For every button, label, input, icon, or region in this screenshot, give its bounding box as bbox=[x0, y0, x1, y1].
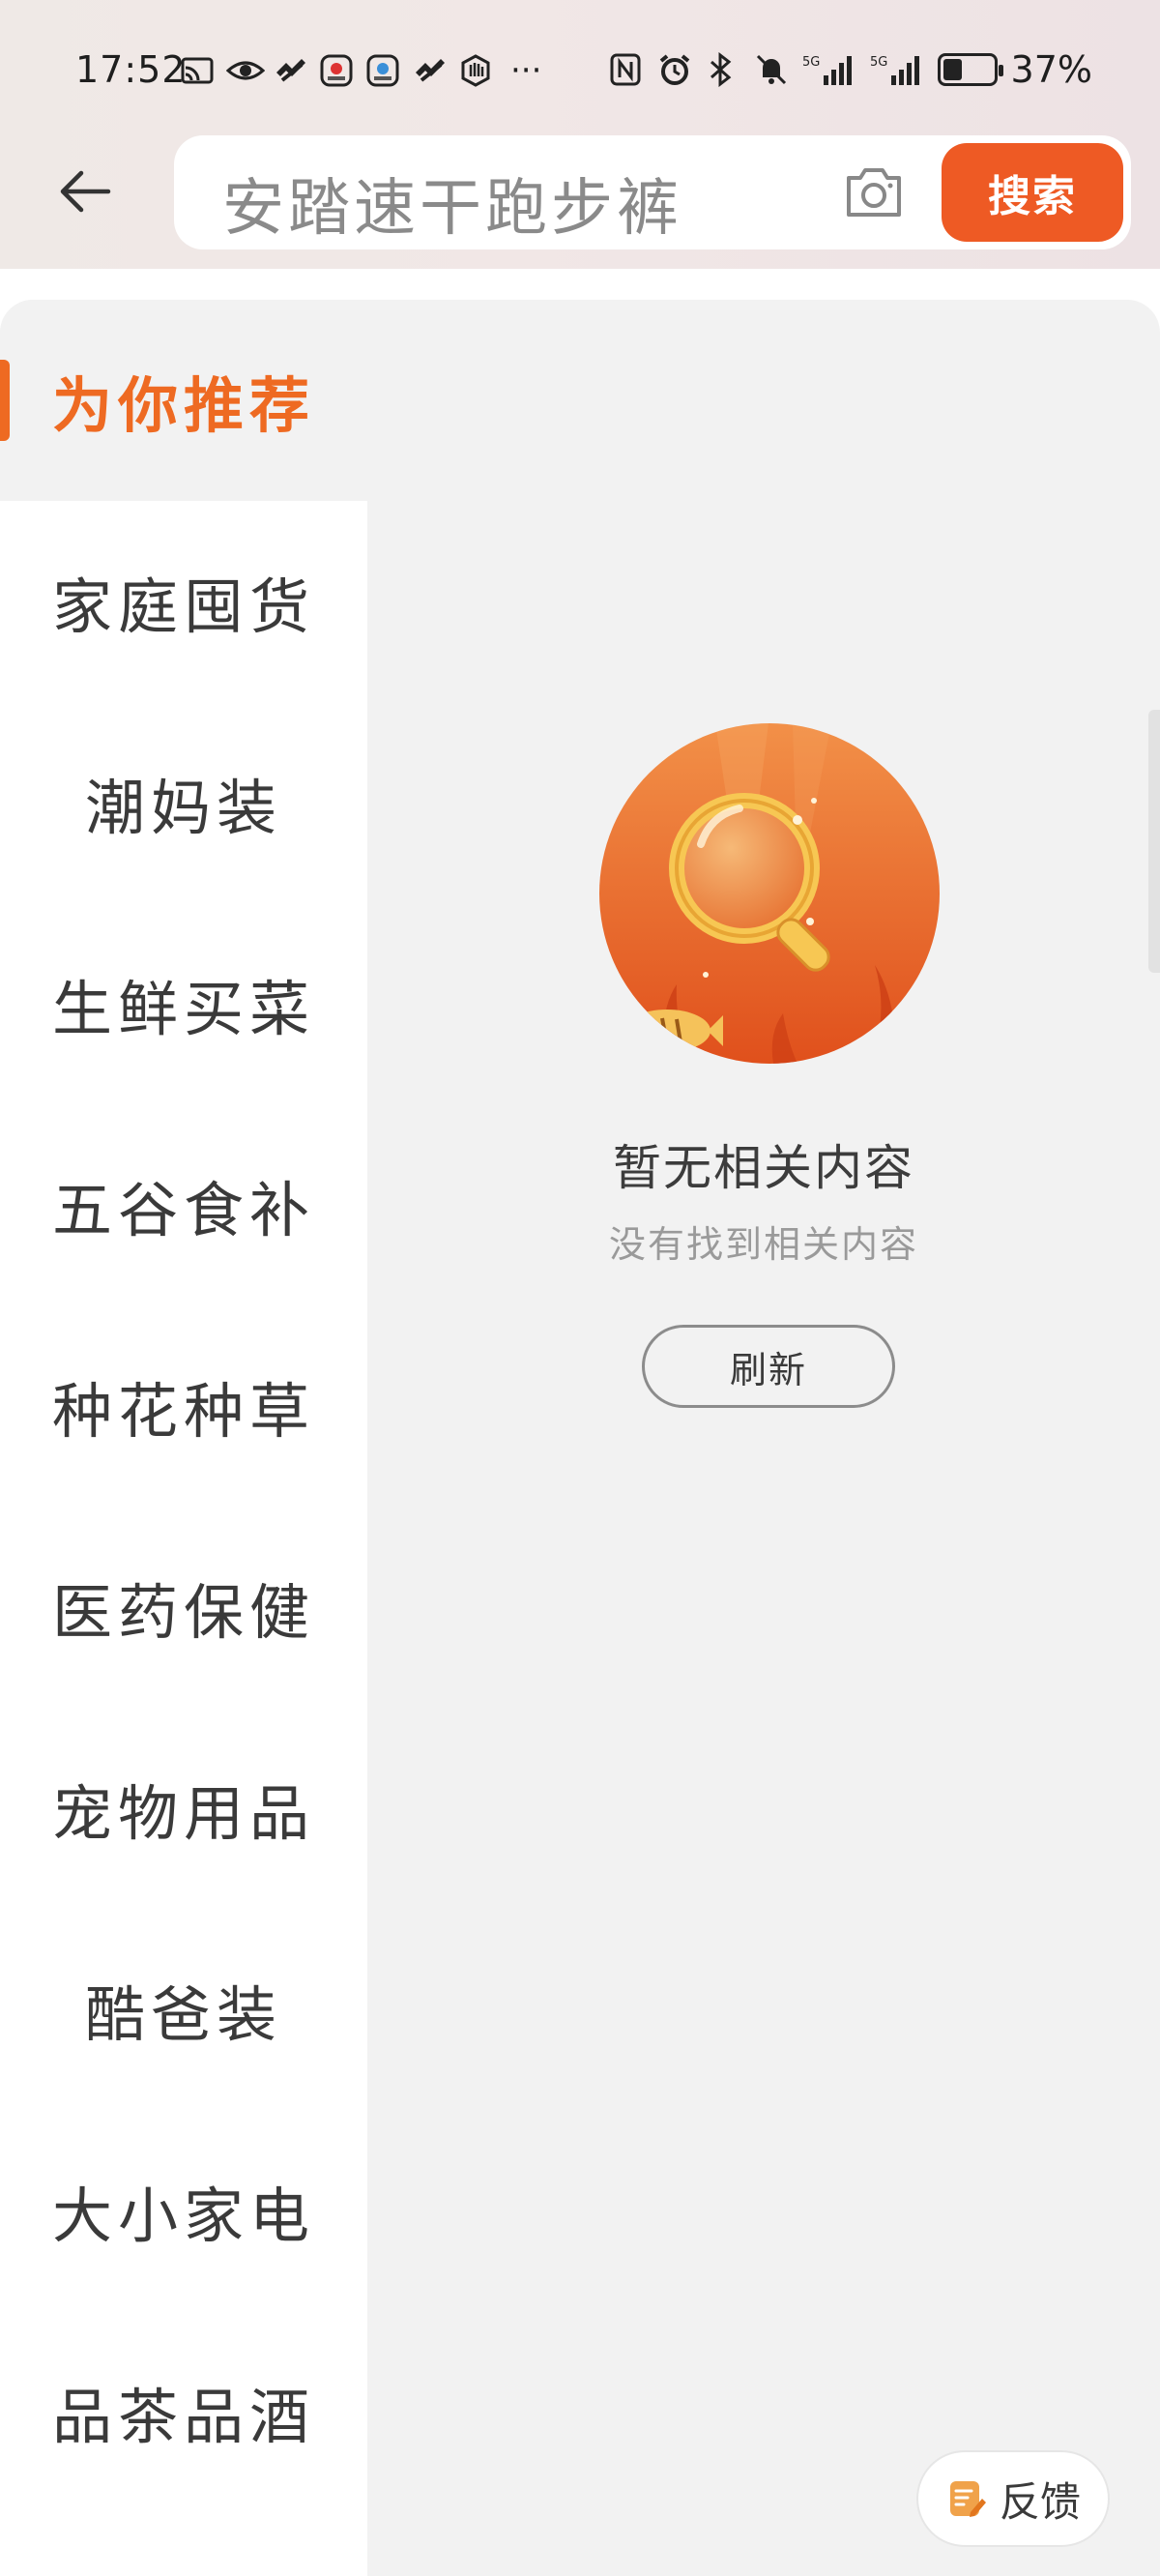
sidebar-item-label: 医药保健 bbox=[51, 1577, 315, 1648]
sidebar-item[interactable]: 宠物用品 bbox=[0, 1708, 367, 1909]
camera-icon bbox=[847, 168, 901, 217]
sidebar-item-label: 潮妈装 bbox=[84, 773, 282, 843]
sidebar-item-label: 大小家电 bbox=[51, 2181, 315, 2251]
svg-text:5G: 5G bbox=[802, 55, 820, 70]
health-icon bbox=[273, 53, 307, 88]
signal-5g-icon-1: 5G bbox=[802, 52, 856, 87]
battery-percent: 37% bbox=[1010, 48, 1092, 91]
status-notification-icons: ··· bbox=[180, 50, 541, 91]
app-icon-1 bbox=[319, 53, 354, 88]
hand-icon bbox=[458, 53, 493, 88]
empty-state-title: 暂无相关内容 bbox=[613, 1140, 914, 1196]
empty-state-subtitle: 没有找到相关内容 bbox=[608, 1223, 918, 1266]
sidebar-item[interactable]: 生鲜买菜 bbox=[0, 903, 367, 1104]
sidebar-item[interactable]: 酷爸装 bbox=[0, 1909, 367, 2110]
sidebar-item-label: 五谷食补 bbox=[51, 1175, 315, 1245]
sidebar-item-label: 种花种草 bbox=[51, 1376, 315, 1447]
nfc-icon bbox=[609, 52, 644, 87]
sidebar-item-label: 生鲜买菜 bbox=[51, 974, 315, 1044]
sidebar-item[interactable]: 大小家电 bbox=[0, 2110, 367, 2311]
alarm-icon bbox=[657, 52, 692, 87]
sidebar-item-label: 酷爸装 bbox=[84, 1979, 282, 2050]
sidebar-item[interactable]: 为你推荐 bbox=[0, 300, 367, 501]
eye-icon bbox=[225, 53, 266, 88]
feedback-icon bbox=[949, 2481, 986, 2517]
sidebar-item-label: 为你推荐 bbox=[51, 370, 315, 441]
sidebar-item-label: 家庭囤货 bbox=[51, 571, 315, 642]
sidebar-item[interactable]: 医药保健 bbox=[0, 1507, 367, 1708]
category-sidebar: 为你推荐家庭囤货潮妈装生鲜买菜五谷食补种花种草医药保健宠物用品酷爸装大小家电品茶… bbox=[0, 300, 367, 2576]
status-time: 17:52 bbox=[75, 48, 187, 91]
status-system-icons: 5G 5G 37% bbox=[609, 48, 1092, 91]
back-arrow-icon bbox=[60, 170, 111, 213]
sidebar-item-label: 品茶品酒 bbox=[51, 2382, 315, 2452]
status-more-indicator: ··· bbox=[510, 51, 542, 90]
sidebar-item[interactable]: 潮妈装 bbox=[0, 702, 367, 903]
sidebar-item-label: 宠物用品 bbox=[51, 1778, 315, 1849]
sidebar-item[interactable]: 家庭囤货 bbox=[0, 501, 367, 702]
search-input[interactable]: 安踏速干跑步裤 bbox=[222, 159, 682, 248]
sidebar-item[interactable]: 品茶品酒 bbox=[0, 2311, 367, 2512]
refresh-button[interactable]: 刷新 bbox=[642, 1325, 895, 1408]
empty-magnifier-illustration bbox=[599, 723, 940, 1064]
sidebar-item[interactable]: 五谷食补 bbox=[0, 1104, 367, 1305]
scroll-indicator[interactable] bbox=[1148, 710, 1160, 973]
app-icon-2 bbox=[365, 53, 400, 88]
sidebar-filler bbox=[0, 2512, 367, 2576]
svg-text:5G: 5G bbox=[870, 55, 887, 70]
active-indicator bbox=[0, 360, 10, 441]
health-icon-2 bbox=[412, 53, 447, 88]
battery-icon bbox=[937, 53, 1003, 86]
search-box[interactable]: 安踏速干跑步裤 搜索 bbox=[174, 135, 1131, 249]
search-button[interactable]: 搜索 bbox=[942, 143, 1123, 242]
mute-bell-icon bbox=[754, 52, 789, 87]
bluetooth-icon bbox=[706, 51, 740, 88]
status-bar: 17:52 ··· 5G 5G 37% bbox=[0, 0, 1160, 140]
camera-search-button[interactable] bbox=[843, 164, 905, 220]
cast-icon bbox=[180, 53, 215, 88]
sidebar-item[interactable]: 种花种草 bbox=[0, 1305, 367, 1507]
back-button[interactable] bbox=[54, 161, 116, 222]
feedback-label: 反馈 bbox=[999, 2477, 1081, 2526]
feedback-button[interactable]: 反馈 bbox=[916, 2450, 1110, 2547]
signal-5g-icon-2: 5G bbox=[870, 52, 924, 87]
main-content: 为你推荐家庭囤货潮妈装生鲜买菜五谷食补种花种草医药保健宠物用品酷爸装大小家电品茶… bbox=[0, 300, 1160, 2576]
battery-level bbox=[942, 59, 962, 80]
